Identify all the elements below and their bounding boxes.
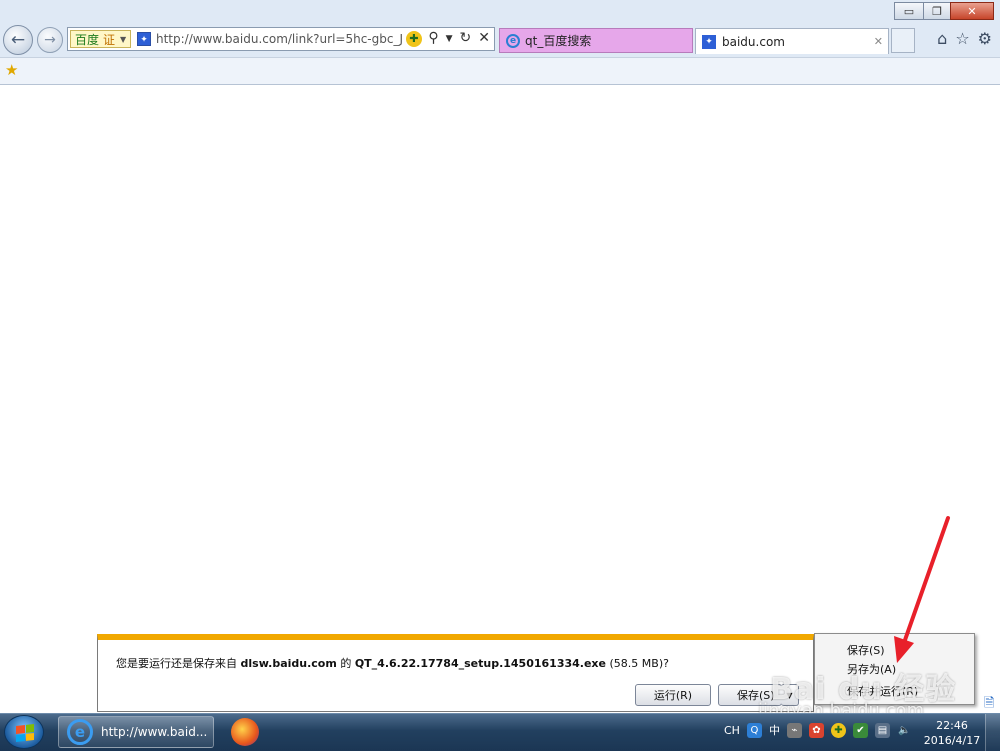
gear-icon[interactable]: ⚙ (978, 29, 992, 48)
favorites-bar: ★ (0, 57, 1000, 84)
tray-tool-icon[interactable]: ⌁ (786, 722, 802, 738)
taskbar-ie-window[interactable]: e http://www.baid... (58, 716, 214, 748)
clock-time: 22:46 (936, 719, 968, 732)
language-indicator[interactable]: CH (724, 724, 740, 737)
download-size: (58.5 MB)? (606, 657, 669, 670)
download-message: 您是要运行还是保存来自 dlsw.baidu.com 的 QT_4.6.22.1… (116, 655, 669, 671)
taskbar-firefox[interactable] (222, 716, 268, 748)
task-label: http://www.baid... (101, 725, 208, 739)
refresh-icon[interactable]: ↻ (460, 30, 472, 48)
firefox-icon (231, 718, 259, 746)
system-clock[interactable]: 22:46 2016/4/17 (918, 718, 986, 748)
message-prefix: 您是要运行还是保存来自 (116, 657, 241, 670)
tab-baidu[interactable]: ✦ baidu.com ✕ (695, 28, 889, 54)
security-shield-icon[interactable]: ✚ (406, 31, 422, 47)
tab-label: baidu.com (722, 34, 785, 49)
show-desktop-button[interactable] (985, 714, 1000, 751)
ime-mode-indicator[interactable]: 中 (769, 722, 780, 738)
address-tools: ⚲ ▼ ↻ ✕ (428, 30, 490, 48)
add-favorite-star-icon[interactable]: ★ (5, 61, 18, 79)
minimize-button[interactable]: ▭ (894, 2, 924, 20)
baidu-cert-badge[interactable]: 百度 证 ▼ (70, 30, 132, 48)
baidu-paw-icon: ✦ (702, 34, 716, 49)
baidu-paw-icon: ✦ (137, 32, 151, 46)
back-arrow-icon: ← (10, 30, 26, 50)
chevron-down-icon: ▼ (120, 34, 127, 44)
ie-icon: e (506, 33, 520, 48)
browser-chrome: ▭ ❐ ✕ ← → 百度 证 ▼ ✦ http://www.baidu.com/… (0, 0, 1000, 85)
taskbar: e http://www.baid... CH Q 中 ⌁ ✿ ✚ ✔ ▤ 🔈 … (0, 713, 1000, 751)
message-mid: 的 (336, 657, 355, 670)
close-window-button[interactable]: ✕ (950, 2, 994, 20)
restore-button[interactable]: ❐ (923, 2, 951, 20)
menu-item-save[interactable]: 保存(S) (847, 642, 885, 658)
right-toolbar: ⌂ ☆ ⚙ (937, 29, 992, 48)
network-icon[interactable]: ▤ (874, 722, 890, 738)
close-icon[interactable]: ✕ (874, 35, 883, 48)
dropdown-icon[interactable]: ▼ (446, 30, 453, 48)
tray-check-icon[interactable]: ✔ (852, 722, 868, 738)
start-button[interactable] (4, 715, 44, 749)
download-filename: QT_4.6.22.17784_setup.1450161334.exe (354, 657, 606, 670)
stop-icon[interactable]: ✕ (478, 30, 490, 48)
back-button[interactable]: ← (3, 25, 33, 55)
favorites-star-icon[interactable]: ☆ (955, 29, 969, 48)
download-host: dlsw.baidu.com (240, 657, 337, 670)
qq-input-icon[interactable]: Q (746, 722, 762, 738)
tab-qt-search[interactable]: e qt_百度搜索 (499, 28, 693, 53)
run-button[interactable]: 运行(R) (635, 684, 711, 706)
tray-app-icon[interactable]: ✿ (808, 722, 824, 738)
new-tab-button[interactable] (891, 28, 915, 53)
volume-icon[interactable]: 🔈 (897, 723, 912, 738)
address-bar[interactable]: 百度 证 ▼ ✦ http://www.baidu.com/link?url=5… (67, 27, 495, 51)
home-icon[interactable]: ⌂ (937, 29, 947, 48)
security-shield-icon[interactable]: ✚ (830, 722, 846, 738)
badge-cert-text: 证 (103, 32, 116, 47)
windows-logo-icon (16, 724, 34, 742)
window-controls: ▭ ❐ ✕ (894, 2, 994, 20)
forward-button[interactable]: → (37, 27, 63, 53)
ie-icon: e (67, 719, 93, 745)
search-icon[interactable]: ⚲ (428, 30, 438, 48)
tab-label: qt_百度搜索 (525, 34, 592, 48)
forward-arrow-icon: → (44, 32, 56, 48)
clock-date: 2016/4/17 (923, 734, 981, 747)
system-tray: CH Q 中 ⌁ ✿ ✚ ✔ ▤ 🔈 (724, 722, 912, 738)
download-notification-bar: 您是要运行还是保存来自 dlsw.baidu.com 的 QT_4.6.22.1… (97, 634, 814, 712)
badge-text: 百度 (75, 32, 100, 47)
url-text[interactable]: http://www.baidu.com/link?url=5hc-gbc_Ja… (156, 32, 402, 46)
